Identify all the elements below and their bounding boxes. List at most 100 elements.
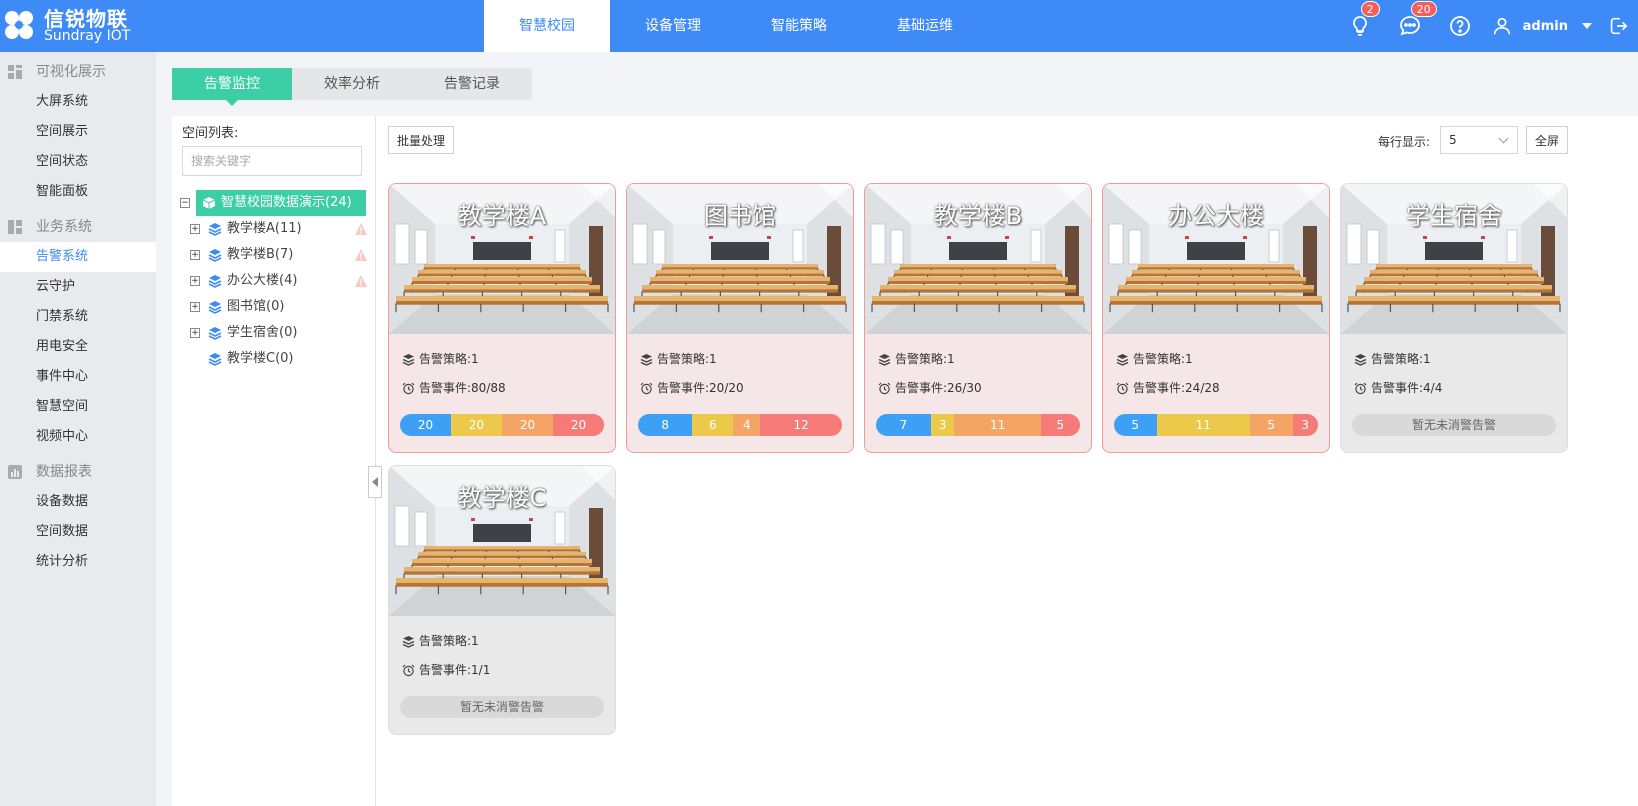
tree-root-label-box[interactable]: 智慧校园数据演示(24) (196, 190, 366, 216)
alarm-level-segment: 7 (876, 414, 931, 436)
card-title: 教学楼A (457, 202, 547, 230)
help-button[interactable] (1435, 0, 1485, 52)
tree-node[interactable]: + 学生宿舍(0) (180, 320, 376, 346)
sidebar-item-0-2[interactable]: 空间状态 (0, 147, 156, 177)
sidebar-item-1-4[interactable]: 事件中心 (0, 362, 156, 392)
tree-node[interactable]: + 教学楼A(11) (180, 216, 376, 242)
events-value: 26/30 (947, 381, 982, 395)
logout-button[interactable] (1598, 0, 1638, 52)
sidebar-item-1-3[interactable]: 用电安全 (0, 332, 156, 362)
tree-root[interactable]: − 智慧校园数据演示(24) (180, 190, 376, 216)
sidebar-group-1[interactable]: 业务系统 (0, 212, 156, 242)
tab-2[interactable]: 告警记录 (412, 68, 532, 100)
batch-process-button[interactable]: 批量处理 (388, 126, 455, 154)
collapse-toggle-icon[interactable]: − (180, 198, 190, 208)
report-icon (8, 465, 22, 479)
sidebar-item-0-0[interactable]: 大屏系统 (0, 87, 156, 117)
sidebar-item-2-2[interactable]: 统计分析 (0, 547, 156, 577)
space-card[interactable]: 教学楼B 告警策略:1 告警事件:26/30 7 3 11 5 (864, 183, 1092, 453)
header-actions: 2 20 admin (1335, 0, 1638, 52)
user-menu[interactable]: admin (1485, 0, 1598, 52)
card-policy-row: 告警策略:1 (627, 345, 853, 374)
sidebar-item-0-3[interactable]: 智能面板 (0, 177, 156, 207)
nav-item-2[interactable]: 智能策略 (736, 0, 862, 52)
tabs: 告警监控 效率分析 告警记录 (172, 68, 532, 106)
sidebar-item-1-1[interactable]: 云守护 (0, 272, 156, 302)
card-title: 图书馆 (704, 202, 776, 230)
chevron-down-icon (1498, 133, 1509, 144)
sidebar-item-1-6[interactable]: 视频中心 (0, 422, 156, 452)
help-icon (1449, 16, 1470, 36)
space-card[interactable]: 图书馆 告警策略:1 告警事件:20/20 8 6 4 12 (626, 183, 854, 453)
card-policy-row: 告警策略:1 (865, 345, 1091, 374)
username: admin (1522, 18, 1568, 34)
nav-item-0[interactable]: 智慧校园 (484, 0, 610, 52)
events-label: 告警事件: (657, 381, 710, 395)
sidebar-group-0[interactable]: 可视化展示 (0, 57, 156, 87)
card-policy-row: 告警策略:1 (389, 627, 615, 656)
sidebar: 可视化展示 大屏系统 空间展示 空间状态 智能面板业务系统 告警系统 云守护 门禁系统 用电安全… (0, 52, 156, 806)
events-value: 24/28 (1185, 381, 1220, 395)
sidebar-group-2[interactable]: 数据报表 (0, 457, 156, 487)
tree-node[interactable]: + 图书馆(0) (180, 294, 376, 320)
sidebar-item-2-0[interactable]: 设备数据 (0, 487, 156, 517)
messages-button[interactable]: 20 (1385, 0, 1437, 52)
sidebar-item-1-2[interactable]: 门禁系统 (0, 302, 156, 332)
alarm-level-bar[interactable]: 8 6 4 12 (638, 414, 842, 436)
events-value: 4/4 (1423, 381, 1443, 395)
alarm-clock-icon (402, 382, 415, 395)
space-card[interactable]: 办公大楼告警策略:1 告警事件:24/28 5 11 5 3 (1102, 183, 1330, 453)
alarm-level-segment: 5 (1250, 414, 1293, 436)
sidebar-item-0-1[interactable]: 空间展示 (0, 117, 156, 147)
policy-label: 告警策略: (895, 352, 948, 366)
expand-toggle-icon[interactable]: + (190, 224, 200, 234)
tree-node[interactable]: 教学楼C(0) (180, 346, 376, 372)
sidebar-item-2-1[interactable]: 空间数据 (0, 517, 156, 547)
space-card[interactable]: 教学楼A 告警策略:1 告警事件:80/88 20 20 20 20 (388, 183, 616, 453)
tab-1[interactable]: 效率分析 (292, 68, 412, 100)
alarm-level-bar[interactable]: 5 11 5 3 (1114, 414, 1318, 436)
per-row-select[interactable]: 5 (1440, 126, 1518, 154)
business-icon (8, 220, 22, 234)
alarm-level-bar[interactable]: 7 3 11 5 (876, 414, 1080, 436)
tree-node-label: 图书馆(0) (227, 299, 285, 314)
expand-toggle-icon[interactable]: + (190, 276, 200, 286)
no-alarm-badge: 暂无未消警告警 (400, 696, 604, 718)
events-label: 告警事件: (1133, 381, 1186, 395)
card-title: 办公大楼 (1168, 202, 1264, 230)
space-card[interactable]: 学生宿舍 告警策略:1 告警事件:4/4 暂无未消警告警 (1340, 183, 1568, 453)
events-label: 告警事件: (895, 381, 948, 395)
card-title: 学生宿舍 (1406, 202, 1502, 230)
card-title: 教学楼C (457, 484, 547, 512)
nav-item-3[interactable]: 基础运维 (862, 0, 988, 52)
logo[interactable]: 信锐物联 Sundray IOT (0, 0, 160, 52)
expand-toggle-icon[interactable]: + (190, 250, 200, 260)
alarm-clock-icon (1354, 382, 1367, 395)
alarm-level-bar[interactable]: 20 20 20 20 (400, 414, 604, 436)
layers-icon (208, 249, 222, 262)
events-label: 告警事件: (1371, 381, 1424, 395)
card-policy-row: 告警策略:1 (1103, 345, 1329, 374)
alarm-level-segment: 20 (553, 414, 604, 436)
tab-0[interactable]: 告警监控 (172, 68, 292, 106)
expand-toggle-icon[interactable]: + (190, 302, 200, 312)
tree-search-input[interactable] (182, 146, 362, 176)
sidebar-item-1-0[interactable]: 告警系统 (0, 242, 156, 272)
alarm-level-segment: 11 (954, 414, 1041, 436)
card-image: 图书馆 (627, 184, 853, 334)
tree-node[interactable]: + 办公大楼(4) (180, 268, 376, 294)
fullscreen-button[interactable]: 全屏 (1526, 126, 1568, 154)
layers-icon (208, 327, 222, 340)
tree-node-label: 教学楼B(7) (227, 247, 294, 262)
expand-toggle-icon[interactable]: + (190, 328, 200, 338)
policy-value: 1 (1423, 352, 1431, 366)
logout-icon (1610, 17, 1628, 35)
card-grid-panel: 批量处理 每行显示: 5 全屏 教学楼A 告警策略:1 告警事件:80/88 20 20… (378, 116, 1638, 806)
sidebar-item-1-5[interactable]: 智慧空间 (0, 392, 156, 422)
card-title: 教学楼B (933, 202, 1023, 230)
sidebar-group-title: 数据报表 (36, 464, 92, 480)
space-card[interactable]: 教学楼C 告警策略:1 告警事件:1/1 暂无未消警告警 (388, 465, 616, 735)
nav-item-1[interactable]: 设备管理 (610, 0, 736, 52)
notifications-button[interactable]: 2 (1335, 0, 1385, 52)
tree-node[interactable]: + 教学楼B(7) (180, 242, 376, 268)
